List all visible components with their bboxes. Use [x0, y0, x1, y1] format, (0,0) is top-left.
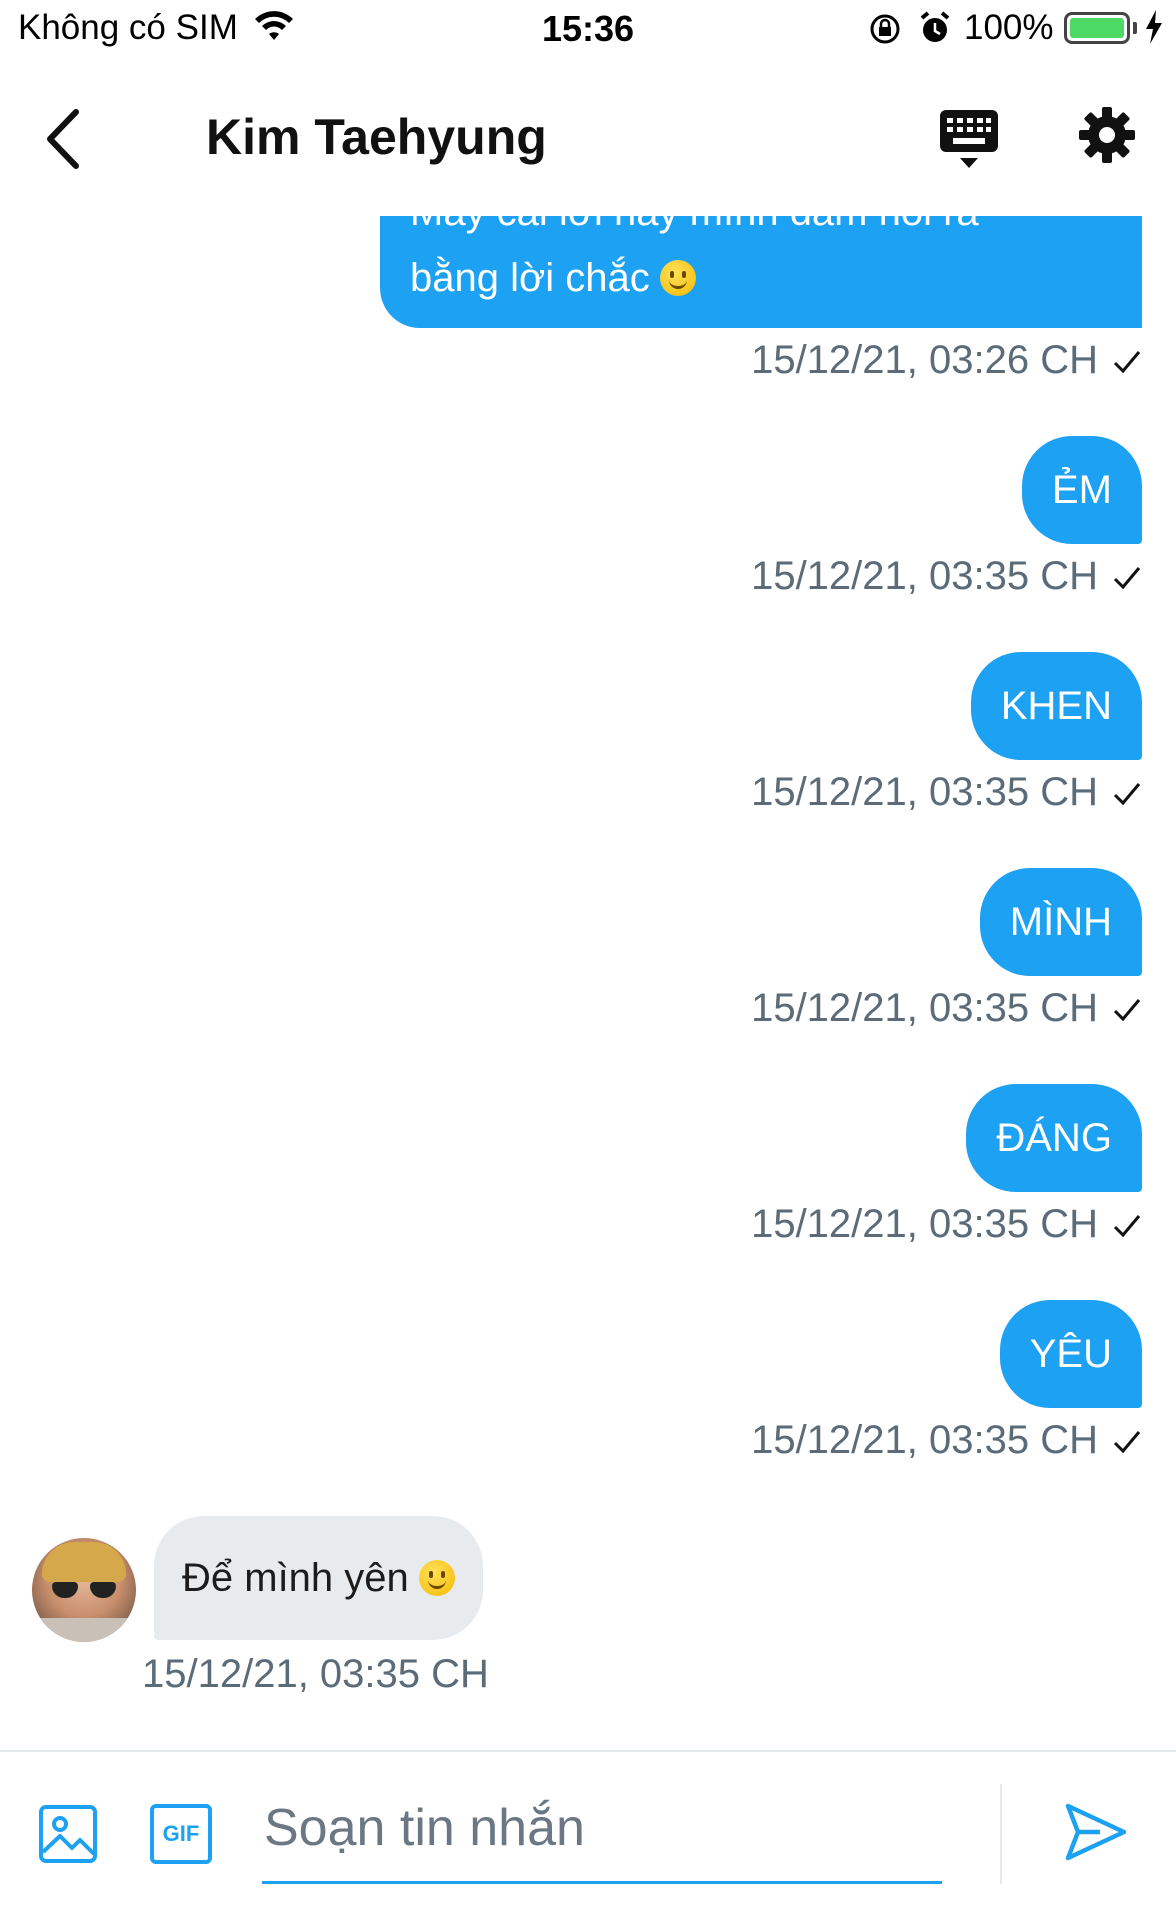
battery-tip [1133, 22, 1137, 34]
message-timestamp: 15/12/21, 03:35 CH [751, 770, 1142, 815]
avatar[interactable] [32, 1538, 136, 1642]
composer-divider [1000, 1784, 1002, 1884]
status-bar: Không có SIM 15:36 100% [0, 0, 1176, 60]
message-timestamp: 15/12/21, 03:35 CH [751, 554, 1142, 599]
message-timestamp: 15/12/21, 03:35 CH [751, 986, 1142, 1031]
alarm-icon [920, 11, 950, 42]
back-chevron-icon[interactable] [36, 104, 96, 174]
incoming-message-bubble[interactable]: Để mình yên [154, 1516, 483, 1640]
chat-header: Kim Taehyung [0, 70, 1176, 210]
message-input[interactable] [262, 1774, 942, 1884]
sent-check-icon [1113, 351, 1141, 374]
battery-percent: 100% [964, 8, 1054, 47]
smiley-emoji-icon [659, 260, 696, 296]
contact-name: Kim Taehyung [206, 109, 547, 165]
keyboard-icon[interactable] [938, 108, 1000, 172]
message-composer: GIF [0, 1750, 1176, 1920]
image-icon[interactable] [38, 1804, 98, 1864]
message-text-line: bằng lời chắc [410, 256, 696, 301]
send-icon[interactable] [1064, 1800, 1128, 1864]
gif-icon[interactable]: GIF [150, 1804, 212, 1864]
message-timestamp: 15/12/21, 03:35 CH [142, 1652, 489, 1696]
message-timestamp: 15/12/21, 03:26 CH [751, 338, 1142, 383]
outgoing-message-bubble[interactable]: ĐÁNG [966, 1084, 1142, 1192]
message-timestamp: 15/12/21, 03:35 CH [751, 1418, 1142, 1463]
sent-check-icon [1113, 783, 1141, 806]
battery-icon [1064, 12, 1130, 44]
outgoing-message-bubble[interactable]: KHEN [970, 652, 1142, 760]
outgoing-message-bubble[interactable]: Mấy cái lời hay mình dám nói ra bằng lời… [380, 216, 1142, 328]
sent-check-icon [1113, 567, 1141, 590]
outgoing-message-bubble[interactable]: ẺM [1022, 436, 1142, 544]
message-text-clipped: Mấy cái lời hay mình dám nói ra [410, 216, 979, 235]
sent-check-icon [1113, 999, 1141, 1022]
rotation-lock-icon [870, 14, 900, 44]
message-timestamp: 15/12/21, 03:35 CH [751, 1202, 1142, 1247]
charging-icon [1146, 10, 1162, 44]
outgoing-message-bubble[interactable]: YÊU [999, 1300, 1142, 1408]
gear-icon[interactable] [1078, 106, 1136, 164]
sent-check-icon [1113, 1431, 1141, 1454]
smiley-emoji-icon [418, 1560, 455, 1596]
chat-screen: Không có SIM 15:36 100% Kim Taehyung bằn… [0, 0, 1176, 1920]
message-list[interactable]: Mấy cái lời hay mình dám nói ra bằng lời… [0, 210, 1176, 1750]
outgoing-message-bubble[interactable]: MÌNH [979, 868, 1142, 976]
sent-check-icon [1113, 1215, 1141, 1238]
